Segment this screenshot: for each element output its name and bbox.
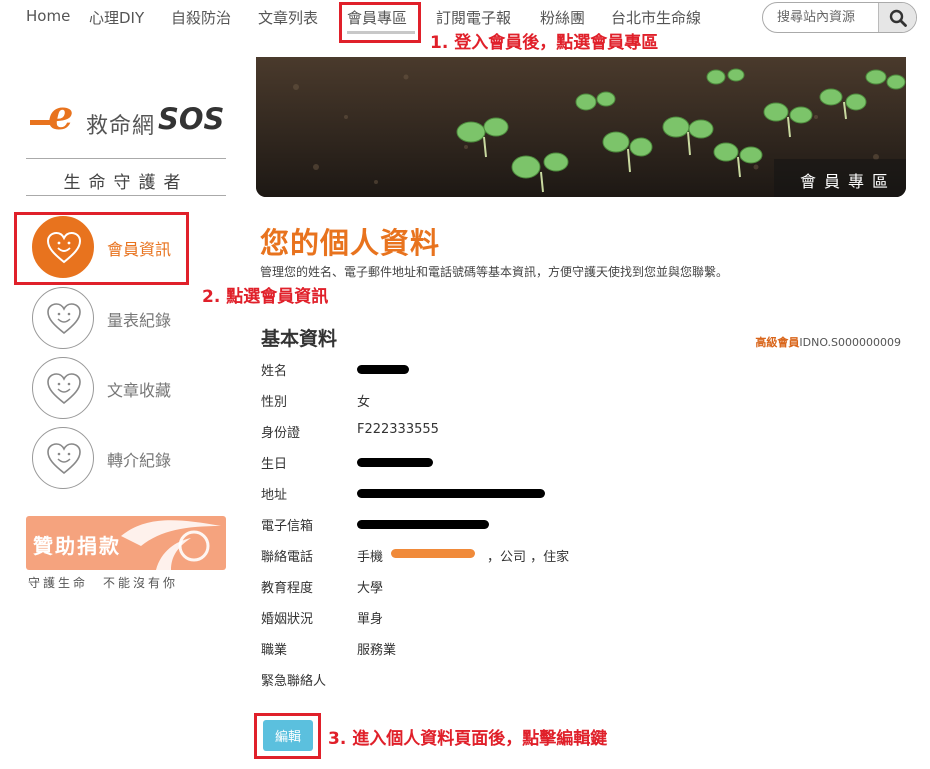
hero-banner: 會員專區 (256, 57, 906, 197)
donate-banner[interactable]: 贊助捐款 (26, 516, 226, 570)
field-label: 電子信箱 (261, 519, 314, 534)
banner-caption-box: 會員專區 (774, 159, 906, 197)
edit-button[interactable]: 編輯 (263, 720, 313, 751)
field-row-email: 電子信箱 (261, 515, 901, 537)
field-label: 姓名 (261, 364, 288, 379)
field-label: 地址 (261, 488, 288, 503)
annotation-step2: 2. 點選會員資訊 (202, 287, 329, 307)
field-value: 大學 (357, 581, 384, 596)
sidebar-item-label: 量表紀錄 (107, 311, 172, 330)
annotation-highlight-member-area (339, 2, 421, 43)
nav-taipei-lifeline[interactable]: 台北市生命線 (611, 7, 701, 28)
field-row-gender: 性別 女 (261, 391, 901, 413)
search-input[interactable] (763, 3, 879, 32)
redacted-value (357, 458, 433, 467)
sidebar-item-scale-records[interactable]: 量表紀錄 (32, 287, 202, 349)
field-row-name: 姓名 (261, 360, 901, 382)
page-title: 您的個人資料 (260, 226, 441, 260)
heart-smile-icon (32, 287, 94, 349)
annotation-step3: 3. 進入個人資料頁面後，點擊編輯鍵 (328, 729, 608, 749)
field-label: 婚姻狀況 (261, 612, 314, 627)
member-id: 高級會員IDNO.S000000009 (755, 334, 901, 350)
donate-subtitle: 守護生命 不能沒有你 (28, 576, 179, 590)
logo-sos: SOS (158, 102, 225, 136)
search-button[interactable] (878, 3, 916, 32)
field-label: 緊急聯絡人 (261, 674, 327, 689)
field-label: 身份證 (261, 426, 301, 441)
field-row-address: 地址 (261, 484, 901, 506)
nav-fan-page[interactable]: 粉絲團 (540, 7, 585, 28)
field-label: 性別 (261, 395, 288, 410)
field-value: 服務業 (357, 643, 397, 658)
section-title: 基本資料 (261, 328, 338, 350)
field-value: 女 (357, 395, 371, 410)
site-logo[interactable]: e 救命網 SOS (28, 96, 228, 146)
heart-smile-icon (32, 427, 94, 489)
field-row-marital-status: 婚姻狀況 單身 (261, 608, 901, 630)
nav-home[interactable]: Home (26, 7, 70, 25)
logo-e-icon: e (48, 92, 74, 139)
field-value: F222333555 (357, 422, 439, 437)
annotation-highlight-member-info (14, 212, 189, 285)
field-label: 教育程度 (261, 581, 314, 596)
nav-article-list[interactable]: 文章列表 (258, 7, 318, 28)
sidebar-item-article-favorites[interactable]: 文章收藏 (32, 357, 202, 419)
heart-smile-icon (32, 357, 94, 419)
sidebar-item-label: 文章收藏 (107, 381, 172, 400)
field-row-education: 教育程度 大學 (261, 577, 901, 599)
ribbon-icon (121, 520, 221, 570)
field-row-occupation: 職業 服務業 (261, 639, 901, 661)
redacted-value (357, 520, 489, 529)
tagline: 生命守護者 (63, 173, 189, 193)
redacted-value (357, 489, 545, 498)
field-label: 職業 (261, 643, 288, 658)
field-row-id-number: 身份證 F222333555 (261, 422, 901, 444)
field-row-phone: 聯絡電話 手機 ，公司 ，住家 (261, 546, 901, 568)
nav-suicide-prevention[interactable]: 自殺防治 (171, 7, 231, 28)
member-id-number: IDNO.S000000009 (799, 336, 901, 349)
search-box (762, 2, 917, 33)
annotation-step1: 1. 登入會員後，點選會員專區 (430, 33, 659, 53)
redacted-phone (391, 549, 475, 558)
field-label: 聯絡電話 (261, 550, 314, 565)
field-value: 單身 (357, 612, 384, 627)
search-icon (889, 9, 907, 27)
nav-newsletter[interactable]: 訂閱電子報 (436, 7, 511, 28)
logo-text: 救命網 (86, 114, 156, 139)
sidebar-item-label: 轉介紀錄 (107, 451, 172, 470)
sidebar-item-referral-records[interactable]: 轉介紀錄 (32, 427, 202, 489)
banner-caption: 會員專區 (800, 172, 897, 191)
member-level-badge: 高級會員 (755, 336, 800, 349)
field-row-birthday: 生日 (261, 453, 901, 475)
donate-label: 贊助捐款 (33, 534, 121, 558)
field-label: 生日 (261, 457, 288, 472)
nav-psych-diy[interactable]: 心理DIY (89, 7, 144, 28)
tagline-box: 生命守護者 (26, 158, 226, 196)
page-description: 管理您的姓名、電子郵件地址和電話號碼等基本資訊，方便守護天使找到您並與您聯繫。 (260, 265, 729, 279)
redacted-value (357, 365, 409, 374)
field-row-emergency-contact: 緊急聯絡人 (261, 670, 901, 692)
